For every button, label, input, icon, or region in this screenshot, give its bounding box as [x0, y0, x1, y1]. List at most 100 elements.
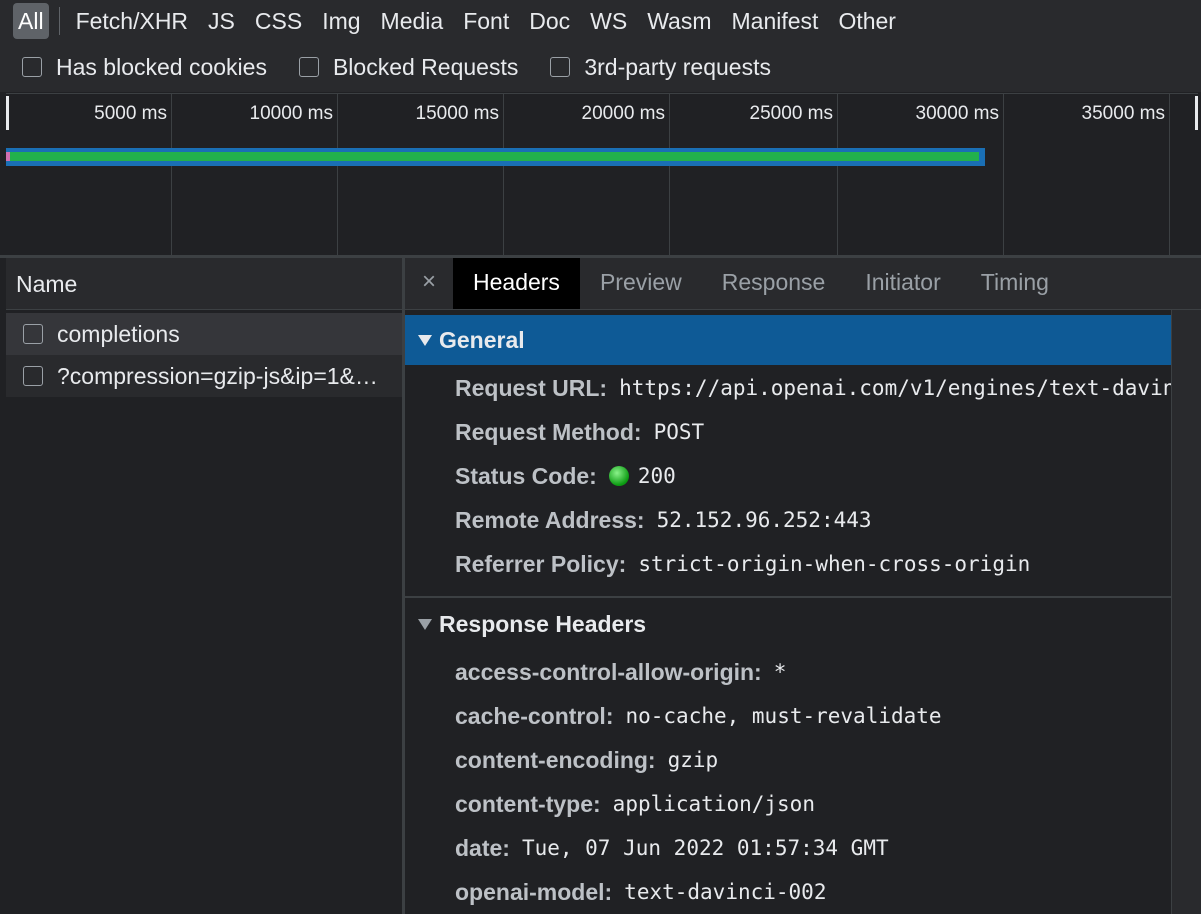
- request-row[interactable]: ?compression=gzip-js&ip=1&_=165456697378…: [6, 355, 402, 397]
- overview-tick-label: 35000 ms: [1081, 103, 1165, 124]
- response-header-row: date: Tue, 07 Jun 2022 01:57:34 GMT: [455, 826, 1171, 870]
- close-icon[interactable]: ×: [405, 258, 453, 309]
- checkbox-label: Has blocked cookies: [56, 53, 267, 80]
- request-checkbox-filters: Has blocked cookies Blocked Requests 3rd…: [0, 42, 1201, 92]
- expand-triangle-icon: [418, 618, 432, 630]
- response-header-row: openai-model: text-davinci-002: [455, 870, 1171, 914]
- header-key: openai-model:: [455, 878, 613, 905]
- third-party-requests-checkbox[interactable]: 3rd-party requests: [550, 54, 771, 81]
- checkbox-square[interactable]: [298, 57, 319, 77]
- overview-tick-label: 20000 ms: [581, 103, 665, 124]
- header-value: 52.152.96.252:443: [656, 508, 872, 532]
- header-key: Remote Address:: [455, 506, 645, 533]
- checkbox-label: Blocked Requests: [332, 53, 519, 80]
- header-key: content-encoding:: [455, 746, 656, 773]
- request-detail-pane: × Headers Preview Response Initiator Tim…: [405, 258, 1201, 914]
- header-value: no-cache, must-revalidate: [625, 704, 942, 728]
- filter-media[interactable]: Media: [371, 3, 454, 39]
- overview-tick-label: 10000 ms: [249, 103, 333, 124]
- filter-doc[interactable]: Doc: [519, 3, 580, 39]
- resource-type-filter-bar: All Fetch/XHR JS CSS Img Media Font Doc …: [0, 0, 1201, 42]
- header-value: strict-origin-when-cross-origin: [638, 552, 1031, 576]
- request-row[interactable]: completions: [6, 313, 402, 355]
- network-overview-timeline[interactable]: 5000 ms 10000 ms 15000 ms 20000 ms 25000…: [6, 93, 1198, 256]
- filter-all[interactable]: All: [13, 3, 49, 39]
- header-value: application/json: [612, 792, 815, 816]
- overview-gridline: [837, 94, 838, 256]
- tab-initiator[interactable]: Initiator: [845, 258, 960, 309]
- header-value: https://api.openai.com/v1/engines/text-d…: [619, 376, 1171, 400]
- filter-ws[interactable]: WS: [580, 3, 637, 39]
- header-value: *: [773, 660, 787, 684]
- overview-tick-label: 15000 ms: [415, 103, 499, 124]
- section-divider: [405, 596, 1171, 598]
- tab-timing[interactable]: Timing: [961, 258, 1069, 309]
- header-value: text-davinci-002: [624, 880, 827, 904]
- header-key: Request Method:: [455, 418, 642, 445]
- overview-left-handle[interactable]: [6, 96, 9, 130]
- request-type-icon: [23, 366, 43, 386]
- tab-preview[interactable]: Preview: [580, 258, 702, 309]
- has-blocked-cookies-checkbox[interactable]: Has blocked cookies: [22, 54, 267, 81]
- filter-js[interactable]: JS: [198, 3, 245, 39]
- overview-gridline: [337, 94, 338, 256]
- filter-wasm[interactable]: Wasm: [637, 3, 721, 39]
- overview-gridline: [1003, 94, 1004, 256]
- referrer-policy-row: Referrer Policy: strict-origin-when-cros…: [455, 542, 1171, 586]
- checkbox-label: 3rd-party requests: [584, 53, 771, 80]
- overview-gridline: [171, 94, 172, 256]
- general-section-header[interactable]: General: [405, 315, 1171, 365]
- expand-triangle-icon: [418, 334, 432, 346]
- header-value: POST: [653, 420, 705, 444]
- filter-divider: [58, 7, 60, 35]
- checkbox-square[interactable]: [22, 57, 42, 77]
- remote-address-row: Remote Address: 52.152.96.252:443: [455, 498, 1171, 542]
- detail-scrollbar[interactable]: [1171, 310, 1201, 914]
- overview-right-handle[interactable]: [1195, 96, 1198, 130]
- response-headers-section-header[interactable]: Response Headers: [405, 599, 1171, 649]
- header-value: 200: [637, 464, 676, 488]
- response-header-row: cache-control: no-cache, must-revalidate: [455, 694, 1171, 738]
- request-method-row: Request Method: POST: [455, 410, 1171, 454]
- response-header-row: content-type: application/json: [455, 782, 1171, 826]
- request-type-icon: [23, 324, 43, 344]
- checkbox-square[interactable]: [550, 57, 571, 77]
- request-name: ?compression=gzip-js&ip=1&_=165456697378…: [57, 362, 387, 389]
- header-key: cache-control:: [455, 702, 614, 729]
- filter-fetch-xhr[interactable]: Fetch/XHR: [66, 3, 198, 39]
- section-title: Response Headers: [439, 610, 647, 637]
- response-header-row: access-control-allow-origin: *: [455, 650, 1171, 694]
- header-key: Status Code:: [455, 462, 597, 489]
- request-name: completions: [57, 320, 180, 347]
- header-key: Request URL:: [455, 374, 608, 401]
- request-waterfall-fill: [10, 152, 979, 161]
- filter-other[interactable]: Other: [828, 3, 906, 39]
- request-list-pane: Name completions ?compression=gzip-js&ip…: [6, 258, 402, 914]
- section-title: General: [439, 326, 525, 353]
- filter-font[interactable]: Font: [453, 3, 519, 39]
- overview-gridline: [1169, 94, 1170, 256]
- response-header-row: content-encoding: gzip: [455, 738, 1171, 782]
- header-key: date:: [455, 834, 510, 861]
- status-code-row: Status Code: 200: [455, 454, 1171, 498]
- name-column-header[interactable]: Name: [6, 258, 402, 310]
- status-ok-icon: [608, 466, 629, 486]
- overview-tick-label: 25000 ms: [749, 103, 833, 124]
- request-url-row: Request URL: https://api.openai.com/v1/e…: [455, 366, 1171, 410]
- header-value: Tue, 07 Jun 2022 01:57:34 GMT: [521, 836, 889, 860]
- filter-img[interactable]: Img: [312, 3, 370, 39]
- tab-headers[interactable]: Headers: [453, 258, 580, 309]
- overview-gridline: [669, 94, 670, 256]
- overview-tick-label: 5000 ms: [94, 103, 167, 124]
- header-value: gzip: [667, 748, 719, 772]
- filter-manifest[interactable]: Manifest: [722, 3, 829, 39]
- request-waterfall-bar: [6, 148, 985, 166]
- header-key: content-type:: [455, 790, 601, 817]
- detail-tab-bar: × Headers Preview Response Initiator Tim…: [405, 258, 1201, 310]
- filter-css[interactable]: CSS: [245, 3, 312, 39]
- header-key: Referrer Policy:: [455, 550, 627, 577]
- overview-tick-label: 30000 ms: [915, 103, 999, 124]
- header-key: access-control-allow-origin:: [455, 658, 762, 685]
- tab-response[interactable]: Response: [702, 258, 846, 309]
- blocked-requests-checkbox[interactable]: Blocked Requests: [298, 53, 519, 81]
